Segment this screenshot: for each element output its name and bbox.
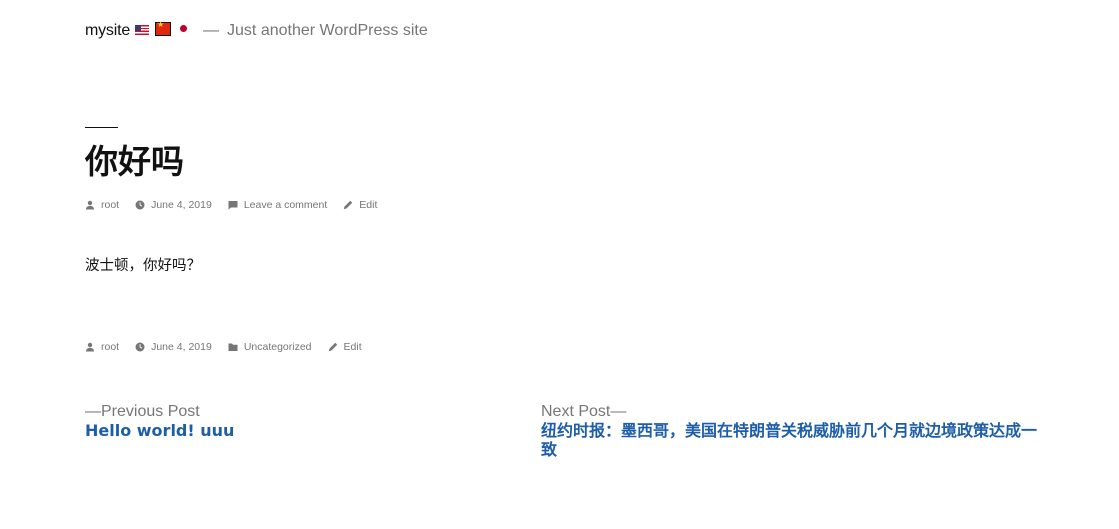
comment-icon <box>228 201 238 210</box>
meta-date: June 4, 2019 <box>135 341 212 353</box>
us-flag-icon[interactable] <box>135 25 150 35</box>
pencil-icon <box>328 342 337 352</box>
author-link[interactable]: root <box>101 341 119 353</box>
meta-comments: Leave a comment <box>228 199 327 211</box>
site-title-link[interactable]: mysite <box>85 22 130 40</box>
meta-edit: Edit <box>328 341 362 353</box>
site-tagline: Just another WordPress site <box>227 22 428 39</box>
title-divider <box>85 127 118 128</box>
china-flag-icon[interactable] <box>155 20 172 36</box>
date-link[interactable]: June 4, 2019 <box>151 341 212 353</box>
clock-icon <box>135 200 145 210</box>
meta-author: root <box>85 341 119 353</box>
author-link[interactable]: root <box>101 199 119 211</box>
meta-date: June 4, 2019 <box>135 199 212 211</box>
meta-category: Uncategorized <box>228 341 312 353</box>
meta-edit: Edit <box>343 199 377 211</box>
leave-comment-link[interactable]: Leave a comment <box>244 199 327 211</box>
japan-flag-icon[interactable] <box>180 24 188 32</box>
post-title: 你好吗 <box>85 142 184 181</box>
category-link[interactable]: Uncategorized <box>244 341 312 353</box>
edit-link[interactable]: Edit <box>344 341 362 353</box>
next-post-label: Next Post— <box>541 403 627 420</box>
post-content: 波士顿，你好吗？ <box>85 258 201 274</box>
edit-link[interactable]: Edit <box>359 199 377 211</box>
post-meta-top: root June 4, 2019 Leave a comment Edit <box>85 199 393 211</box>
post-meta-bottom: root June 4, 2019 Uncategorized Edit <box>85 341 378 353</box>
next-post[interactable]: Next Post— 纽约时报：墨西哥，美国在特朗普关税威胁前几个月就边境政策达… <box>541 402 1041 459</box>
author-icon <box>86 200 94 210</box>
meta-author: root <box>85 199 119 211</box>
previous-post-link[interactable]: Hello world! uuu <box>85 421 485 440</box>
site-header: mysite — Just another WordPress site <box>85 18 428 44</box>
previous-post-label: —Previous Post <box>85 403 200 420</box>
header-separator: — <box>203 22 220 39</box>
folder-icon <box>228 343 238 351</box>
author-icon <box>86 342 94 352</box>
next-post-link[interactable]: 纽约时报：墨西哥，美国在特朗普关税威胁前几个月就边境政策达成一致 <box>541 421 1041 459</box>
clock-icon <box>135 342 145 352</box>
date-link[interactable]: June 4, 2019 <box>151 199 212 211</box>
previous-post[interactable]: —Previous Post Hello world! uuu <box>85 402 485 440</box>
pencil-icon <box>344 200 353 210</box>
